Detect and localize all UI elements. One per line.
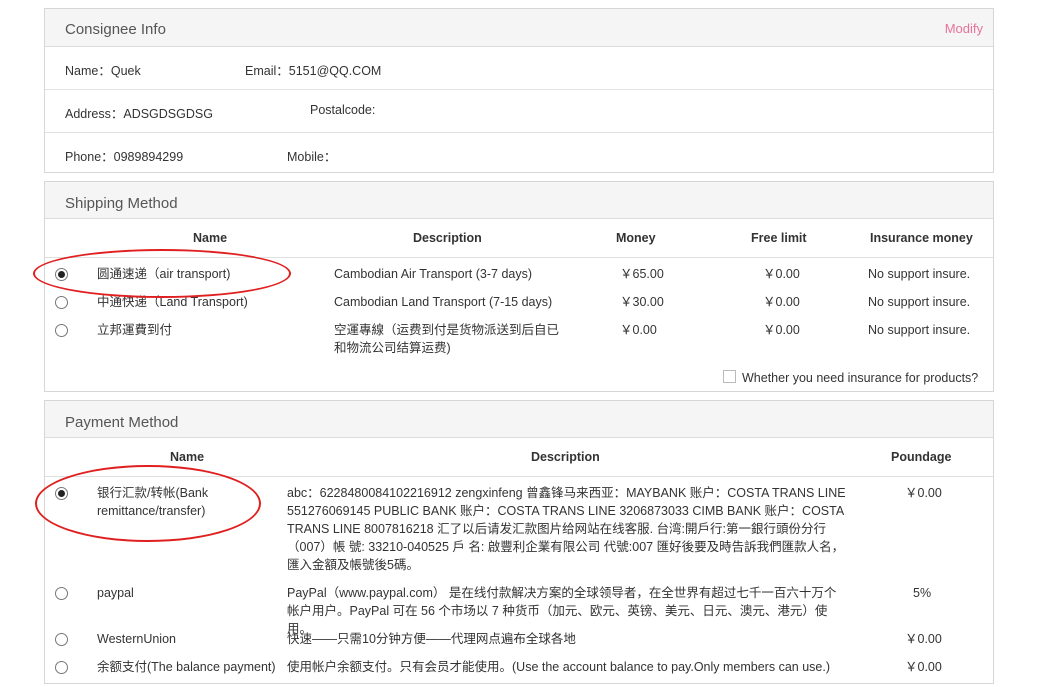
shipping-panel: Shipping Method Name Description Money F…	[44, 181, 994, 392]
mobile-field: Mobile：	[287, 150, 337, 164]
insurance-checkbox[interactable]	[723, 370, 736, 383]
shipping-table-header: Name Description Money Free limit Insura…	[45, 219, 993, 258]
consignee-row-address: Address：ADSGDSGDSG Postalcode:	[45, 90, 993, 133]
payment-radio-paypal[interactable]	[55, 587, 68, 600]
payment-col-name: Name	[170, 450, 205, 464]
payment-header: Payment Method	[45, 401, 993, 438]
consignee-row-name: Name：Quek Email：5151@QQ.COM	[45, 47, 993, 90]
name-field: Name：Quek	[65, 64, 141, 78]
shipping-money: ￥30.00	[620, 295, 664, 309]
payment-description: 使用帐户余额支付。只有会员才能使用。(Use the account balan…	[287, 660, 830, 674]
phone-field: Phone：0989894299	[65, 150, 184, 164]
payment-radio-bank[interactable]	[55, 487, 68, 500]
shipping-insurance: No support insure.	[868, 323, 971, 337]
shipping-money: ￥65.00	[620, 267, 664, 281]
shipping-title: Shipping Method	[65, 195, 178, 212]
shipping-header: Shipping Method	[45, 182, 993, 219]
shipping-radio-land[interactable]	[55, 296, 68, 309]
consignee-title: Consignee Info	[65, 21, 166, 38]
consignee-header: Consignee Info Modify	[45, 9, 993, 47]
payment-name: paypal	[97, 586, 134, 600]
payment-description: 快速——只需10分钟方便——代理网点遍布全球各地	[287, 632, 576, 646]
shipping-radio-air[interactable]	[55, 268, 68, 281]
shipping-money: ￥0.00	[620, 323, 657, 337]
payment-poundage: ￥0.00	[905, 660, 942, 674]
payment-poundage: ￥0.00	[905, 486, 942, 500]
payment-name: WesternUnion	[97, 632, 176, 646]
address-field: Address：ADSGDSGDSG	[65, 107, 213, 121]
payment-col-description: Description	[531, 450, 600, 464]
payment-table-header: Name Description Poundage	[45, 438, 993, 477]
email-field: Email：5151@QQ.COM	[245, 64, 382, 78]
insurance-question: Whether you need insurance for products?	[742, 371, 979, 385]
shipping-name: 圆通速递（air transport)	[97, 267, 231, 281]
payment-poundage: ￥0.00	[905, 632, 942, 646]
shipping-free: ￥0.00	[763, 295, 800, 309]
shipping-name: 立邦運費到付	[97, 323, 173, 337]
shipping-name: 中通快递（Land Transport)	[97, 295, 248, 309]
shipping-radio-cod[interactable]	[55, 324, 68, 337]
payment-name: 余额支付(The balance payment)	[97, 660, 276, 674]
shipping-col-name: Name	[193, 231, 228, 245]
shipping-insurance: No support insure.	[868, 295, 971, 309]
postalcode-field: Postalcode:	[310, 103, 376, 117]
shipping-description: Cambodian Air Transport (3-7 days)	[334, 267, 533, 281]
shipping-col-description: Description	[413, 231, 482, 245]
payment-radio-balance[interactable]	[55, 661, 68, 674]
shipping-col-insurance: Insurance money	[870, 231, 973, 245]
payment-description: abc：6228480084102216912 zengxinfeng 曾鑫锋马…	[287, 486, 846, 572]
payment-panel: Payment Method Name Description Poundage…	[44, 400, 994, 684]
shipping-col-money: Money	[616, 231, 656, 245]
payment-title: Payment Method	[65, 414, 179, 431]
modify-link[interactable]: Modify	[945, 21, 983, 36]
shipping-col-free: Free limit	[751, 231, 807, 245]
shipping-free: ￥0.00	[763, 267, 800, 281]
consignee-row-phone: Phone：0989894299 Mobile：	[45, 133, 993, 175]
payment-poundage: 5%	[913, 586, 932, 600]
shipping-description: 空運專線（运费到付是货物派送到后自已和物流公司结算运费)	[334, 323, 560, 355]
payment-name: 银行汇款/转帐(Bank remittance/transfer)	[97, 486, 209, 518]
shipping-free: ￥0.00	[763, 323, 800, 337]
payment-col-poundage: Poundage	[891, 450, 952, 464]
shipping-description: Cambodian Land Transport (7-15 days)	[334, 295, 553, 309]
payment-radio-western-union[interactable]	[55, 633, 68, 646]
shipping-insurance: No support insure.	[868, 267, 971, 281]
consignee-panel: Consignee Info Modify Name：Quek Email：51…	[44, 8, 994, 173]
